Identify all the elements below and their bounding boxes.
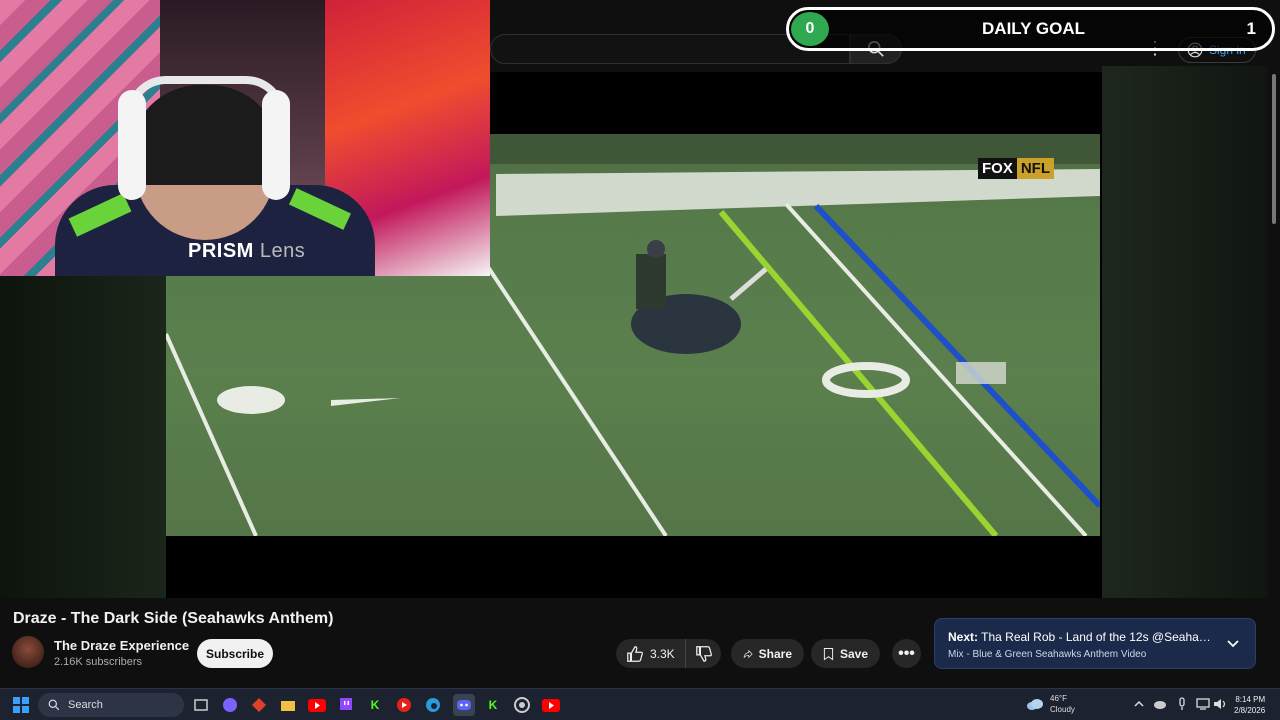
next-up-title: Tha Real Rob - Land of the 12s @Seahawks… — [981, 630, 1218, 644]
kick-icon-2[interactable]: K — [482, 694, 504, 716]
chevron-down-icon[interactable] — [1225, 635, 1241, 651]
task-view-icon[interactable] — [190, 694, 212, 716]
broadcast-logo: FOX NFL — [978, 157, 1055, 179]
file-explorer-icon[interactable] — [277, 694, 299, 716]
search-icon — [48, 699, 60, 711]
next-up-card[interactable]: Next: Tha Real Rob - Land of the 12s @Se… — [934, 618, 1256, 669]
goal-target: 1 — [1246, 19, 1256, 38]
share-icon — [743, 649, 753, 658]
copilot-icon[interactable] — [219, 694, 241, 716]
headphone-right — [262, 90, 290, 200]
volume-icon[interactable] — [1213, 697, 1227, 711]
channel-avatar[interactable] — [12, 636, 44, 668]
like-button[interactable]: 3.3K — [616, 639, 686, 668]
chevron-up-icon[interactable] — [1132, 697, 1146, 711]
bookmark-icon — [823, 647, 834, 660]
save-button[interactable]: Save — [811, 639, 880, 668]
daily-goal-widget: 0 DAILY GOAL 1 — [786, 7, 1275, 51]
next-up-subtitle: Mix - Blue & Green Seahawks Anthem Video — [948, 649, 1147, 660]
windows-start-icon[interactable] — [10, 694, 32, 716]
youtube-icon[interactable] — [306, 694, 328, 716]
ambient-right — [1102, 66, 1268, 598]
like-count: 3.3K — [650, 646, 675, 661]
taskbar-search-label: Search — [68, 699, 103, 711]
cloud-icon — [1027, 699, 1043, 710]
prism-brand-light: Lens — [253, 240, 306, 262]
next-up-title-line: Next: Tha Real Rob - Land of the 12s @Se… — [948, 630, 1218, 644]
chrome-icon[interactable] — [511, 694, 533, 716]
fox-logo-text: FOX — [978, 157, 1017, 179]
page-scrollbar[interactable] — [1270, 66, 1278, 686]
more-horizontal-icon: ••• — [898, 644, 915, 662]
ambient-left — [0, 276, 166, 598]
like-dislike-group: 3.3K — [616, 639, 721, 668]
network-icon[interactable] — [1196, 697, 1210, 711]
headphone-left — [118, 90, 146, 200]
subscriber-count: 2.16K subscribers — [54, 656, 143, 668]
weather-widget[interactable]: 46°F Cloudy — [1026, 693, 1075, 715]
twitch-icon[interactable] — [335, 694, 357, 716]
clock-date: 2/8/2026 — [1234, 706, 1266, 715]
weather-desc: Cloudy — [1050, 705, 1075, 714]
screen: ⋮ Sign in FOXNFL — [0, 0, 1280, 720]
edge-icon[interactable] — [422, 694, 444, 716]
save-label: Save — [839, 646, 868, 661]
onedrive-icon[interactable] — [1153, 697, 1167, 711]
next-up-prefix: Next: — [948, 630, 979, 644]
app-icon-red-diamond[interactable] — [248, 694, 270, 716]
app-icon-red-circle[interactable] — [393, 694, 415, 716]
dislike-button[interactable] — [686, 639, 721, 668]
thumbs-up-icon — [627, 645, 643, 662]
nfl-logo-text: NFL — [1016, 157, 1055, 179]
thumbs-down-icon — [695, 645, 712, 662]
scrollbar-thumb[interactable] — [1272, 74, 1276, 224]
windows-taskbar: Search K K 46°F Cloudy 8:14 PM 2/8/2026 — [0, 688, 1280, 720]
goal-label: DAILY GOAL — [982, 19, 1085, 38]
channel-name[interactable]: The Draze Experience — [54, 638, 189, 653]
subscribe-button[interactable]: Subscribe — [197, 639, 273, 668]
video-title: Draze - The Dark Side (Seahawks Anthem) — [13, 610, 334, 627]
kick-icon[interactable]: K — [364, 694, 386, 716]
share-button[interactable]: Share — [731, 639, 804, 668]
webcam-overlay: PRISM Lens — [0, 0, 490, 276]
prism-lens-watermark: PRISM Lens — [188, 240, 305, 263]
clock-time: 8:14 PM — [1235, 695, 1266, 704]
weather-temp: 46°F — [1050, 694, 1067, 703]
discord-icon[interactable] — [453, 694, 475, 716]
prism-brand-bold: PRISM — [188, 240, 254, 262]
share-label: Share — [758, 646, 792, 661]
taskbar-clock[interactable]: 8:14 PM 2/8/2026 — [1234, 694, 1265, 716]
taskbar-search[interactable]: Search — [38, 693, 184, 717]
more-actions-button[interactable]: ••• — [892, 639, 921, 668]
youtube-icon-2[interactable] — [540, 694, 562, 716]
microphone-icon[interactable] — [1175, 697, 1189, 711]
